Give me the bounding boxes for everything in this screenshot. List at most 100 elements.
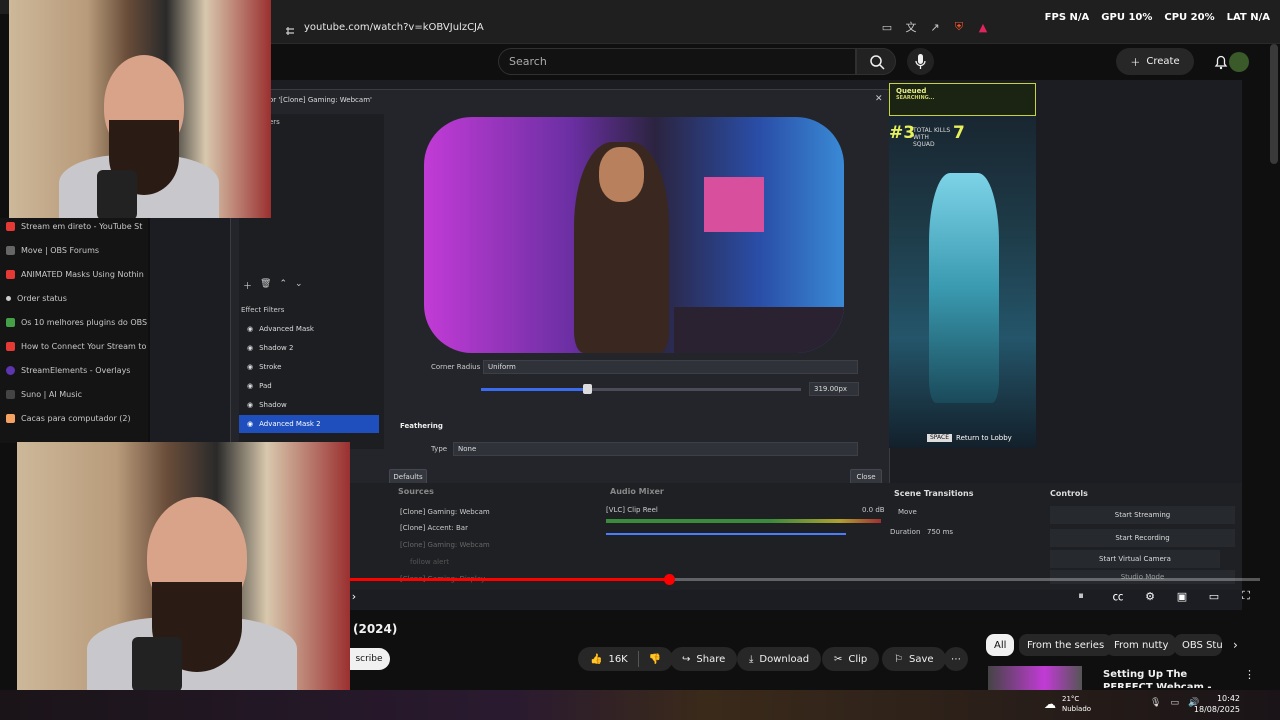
filter-item-selected[interactable]: ◉ Advanced Mask 2 (239, 415, 379, 433)
source-item[interactable]: follow alert (410, 558, 449, 566)
move-up-icon[interactable]: ⌃ (279, 279, 287, 292)
system-clock[interactable]: 10:42 18/08/2025 (1194, 693, 1240, 715)
sidebar-item[interactable]: How to Connect Your Stream to (6, 342, 146, 351)
sidebar-item[interactable]: Cacas para computador (2) (6, 414, 131, 423)
studio-mode-button[interactable]: Studio Mode (1050, 570, 1235, 584)
brave-shield-icon[interactable]: ⛨ (952, 20, 966, 34)
microphone-tray-icon[interactable]: 🎙 (1150, 698, 1161, 708)
start-virtual-camera-button[interactable]: Start Virtual Camera (1050, 550, 1220, 568)
chip-from-series[interactable]: From the series (1019, 634, 1113, 656)
url-text[interactable]: youtube.com/watch?v=kOBVJulzCJA (304, 22, 484, 33)
corner-radius-value[interactable]: 319.00px (809, 382, 859, 396)
recommended-title[interactable]: Setting Up The PERFECT Webcam - Streamin… (1103, 668, 1223, 688)
chip-obs-studio[interactable]: OBS Stu (1174, 634, 1222, 656)
source-item[interactable]: [Clone] Accent: Bar (400, 524, 468, 532)
chip-from-nutty[interactable]: From nutty (1106, 634, 1177, 656)
filter-toolbar: ＋ 🗑 ⌃ ⌄ (243, 279, 303, 292)
eye-icon[interactable]: ◉ (247, 420, 253, 428)
page-scrollbar[interactable] (1270, 44, 1278, 164)
weather-widget[interactable]: ☁ 21°C Nublado (1044, 694, 1091, 714)
create-button[interactable]: ＋ Create (1116, 48, 1194, 75)
duration-label: Duration (890, 528, 921, 536)
obs-dock: Sources [Clone] Gaming: Webcam [Clone] A… (350, 483, 1242, 590)
clip-button[interactable]: ✂ Clip (822, 647, 880, 671)
cast-icon[interactable]: ▭ (880, 20, 894, 34)
sidebar-item[interactable]: Os 10 melhores plugins do OBS (6, 318, 147, 327)
share-icon[interactable]: ↗ (928, 20, 942, 34)
sidebar-item-label: Suno | AI Music (21, 390, 83, 399)
network-icon[interactable]: ▭ (1170, 698, 1179, 708)
eye-icon[interactable]: ◉ (247, 325, 253, 333)
sidebar-item-label: Order status (17, 294, 67, 303)
filter-item[interactable]: ◉ Shadow 2 (239, 339, 379, 357)
corner-radius-slider-fill (481, 388, 587, 391)
duration-input[interactable]: 750 ms (927, 528, 953, 536)
eye-icon[interactable]: ◉ (247, 382, 253, 390)
translate-icon[interactable]: 文 (904, 20, 918, 34)
progress-bar-played (350, 578, 669, 581)
sidebar-item[interactable]: Move | OBS Forums (6, 246, 99, 255)
webcam-preview (424, 117, 844, 353)
lat-label: LAT (1226, 12, 1247, 23)
voice-search-button[interactable] (907, 48, 934, 75)
queued-banner: Queued SEARCHING... (889, 83, 1036, 116)
sidebar-item[interactable]: Suno | AI Music (6, 390, 82, 399)
favicon-icon (6, 222, 15, 231)
site-info-icon[interactable] (284, 22, 296, 35)
eye-icon[interactable]: ◉ (247, 401, 253, 409)
volume-slider[interactable] (606, 533, 846, 535)
settings-gear-icon[interactable]: ⚙ (1141, 588, 1159, 604)
start-recording-button[interactable]: Start Recording (1050, 529, 1235, 547)
save-button[interactable]: ⚐ Save (882, 647, 946, 671)
autoplay-toggle-icon[interactable]: ⏸ (1072, 588, 1090, 604)
more-actions-button[interactable]: ⋯ (944, 647, 968, 671)
sidebar-item[interactable]: Order status (6, 294, 67, 303)
more-vert-icon[interactable]: ⋮ (1244, 668, 1255, 681)
fps-label: FPS (1044, 12, 1067, 23)
filter-item[interactable]: ◉ Shadow (239, 396, 379, 414)
sidebar-item[interactable]: ANIMATED Masks Using Nothin (6, 270, 144, 279)
search-input[interactable]: Search (498, 48, 856, 75)
corner-radius-slider-handle[interactable] (582, 384, 592, 394)
move-down-icon[interactable]: ⌄ (295, 279, 303, 292)
cpu-label: CPU (1164, 12, 1188, 23)
sidebar-item-label: Stream em direto - YouTube St (21, 222, 143, 231)
sidebar-item[interactable]: Stream em direto - YouTube St (6, 222, 142, 231)
theater-mode-icon[interactable]: ▭ (1205, 588, 1223, 604)
subscribe-button[interactable]: scribe (348, 648, 390, 670)
source-item[interactable]: [Clone] Gaming: Webcam (400, 541, 490, 549)
sources-header: Sources (398, 487, 434, 496)
recommended-thumbnail[interactable] (988, 666, 1082, 690)
miniplayer-icon[interactable]: ▣ (1173, 588, 1191, 604)
search-button[interactable] (856, 48, 896, 75)
webcam-overlay-bottom (17, 442, 350, 690)
chevron-right-icon[interactable]: › (1233, 638, 1238, 652)
notifications-icon[interactable] (1214, 54, 1228, 74)
like-button[interactable]: 👍 16K 👎 (578, 647, 674, 671)
eye-icon[interactable]: ◉ (247, 363, 253, 371)
trash-icon[interactable]: 🗑 (260, 279, 271, 292)
source-item[interactable]: [Clone] Gaming: Webcam (400, 508, 490, 516)
account-avatar[interactable] (1229, 52, 1249, 72)
close-icon[interactable]: ✕ (875, 94, 883, 104)
feathering-type-select[interactable]: None (453, 442, 858, 456)
thumbs-down-icon[interactable]: 👎 (649, 654, 661, 665)
chip-all[interactable]: All (986, 634, 1015, 656)
start-streaming-button[interactable]: Start Streaming (1050, 506, 1235, 524)
filter-item[interactable]: ◉ Pad (239, 377, 379, 395)
corner-radius-select[interactable]: Uniform (483, 360, 858, 374)
performance-hud: FPS N/A GPU 10% CPU 20% LAT N/A (1045, 12, 1270, 23)
progress-scrubber[interactable] (663, 574, 675, 585)
subtitles-icon[interactable]: ㏄ (1109, 588, 1127, 604)
download-button[interactable]: ⤓ Download (737, 647, 822, 671)
rewards-icon[interactable]: ▲ (976, 20, 990, 34)
eye-icon[interactable]: ◉ (247, 344, 253, 352)
filter-item[interactable]: ◉ Stroke (239, 358, 379, 376)
filter-item[interactable]: ◉ Advanced Mask (239, 320, 379, 338)
share-label: Share (696, 653, 726, 665)
sidebar-item[interactable]: StreamElements - Overlays (6, 366, 130, 375)
fullscreen-icon[interactable]: ⛶ (1237, 588, 1255, 604)
add-icon[interactable]: ＋ (243, 279, 252, 292)
share-button[interactable]: ↪ Share (670, 647, 738, 671)
transition-select[interactable]: Move (898, 508, 917, 516)
